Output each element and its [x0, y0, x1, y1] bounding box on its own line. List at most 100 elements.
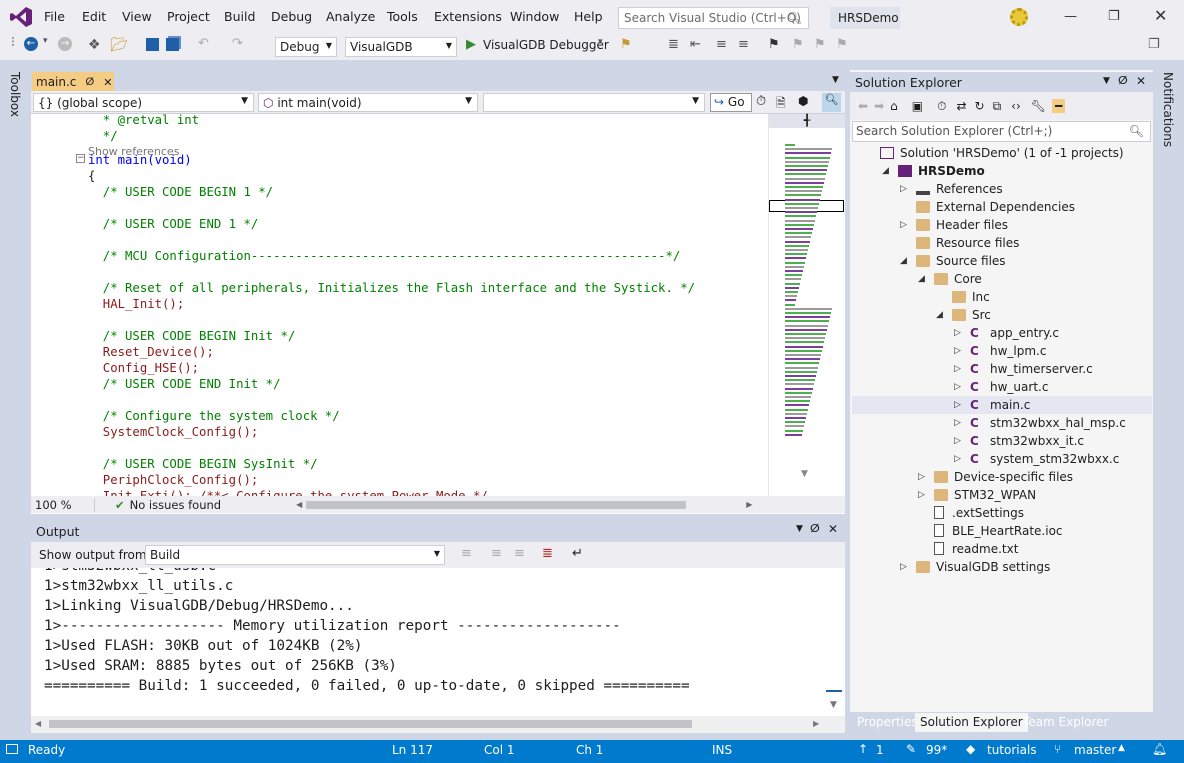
code-line[interactable]: /* Configure the system clock */ [88, 408, 340, 424]
expand-arrow-icon[interactable]: ▷ [954, 432, 964, 450]
se-pin-icon[interactable]: ⵁ [1118, 74, 1128, 87]
close-icon[interactable]: ✕ [1154, 6, 1167, 25]
live-share-icon[interactable]: ❐ [1148, 37, 1160, 55]
menu-file[interactable]: File [44, 9, 65, 24]
se-pending-changes-icon[interactable]: ⏱ [937, 99, 946, 114]
start-debug-button[interactable]: VisualGDB Debugger [483, 38, 609, 56]
commits-count[interactable]: 1 [876, 743, 884, 757]
visualgdb-settings-node[interactable]: ▷ VisualGDB settings [900, 558, 1050, 576]
output-scroll-down-icon[interactable]: ▼ [830, 700, 837, 710]
code-line[interactable]: /* USER CODE BEGIN Init */ [88, 328, 296, 344]
expand-arrow-icon[interactable]: ▷ [954, 324, 964, 342]
expand-arrow-icon[interactable]: ▷ [954, 378, 964, 396]
menu-extensions[interactable]: Extensions [434, 9, 502, 24]
bell-icon[interactable]: 🔔︎ [1152, 742, 1167, 756]
forward-icon[interactable]: → [58, 37, 72, 51]
output-line[interactable]: ========== Build: 1 succeeded, 0 failed,… [44, 676, 824, 696]
code-line[interactable]: PeriphClock_Config(); [88, 472, 258, 488]
pending-changes[interactable]: 99* [926, 743, 947, 757]
readme-node[interactable]: readme.txt [934, 540, 1018, 558]
redo-icon[interactable]: ↷ [232, 36, 243, 54]
menu-analyze[interactable]: Analyze [326, 9, 375, 24]
outdent-icon[interactable]: ⇤ [690, 37, 701, 55]
expand-arrow-icon[interactable]: ▷ [954, 396, 964, 414]
expand-arrow-icon[interactable]: ▷ [954, 342, 964, 360]
find-in-files-icon[interactable]: ⚑ [620, 37, 632, 55]
se-code-icon[interactable]: ‹› [1011, 99, 1021, 113]
function-select[interactable]: ⬡ int main(void) ▼ [258, 93, 478, 112]
solution-explorer-search[interactable]: Search Solution Explorer (Ctrl+;) 🔍︎ [852, 121, 1151, 142]
header-files-node[interactable]: ▷ Header files [900, 216, 1008, 234]
menu-debug[interactable]: Debug [271, 9, 312, 24]
code-line[interactable]: /* USER CODE BEGIN 1 */ [88, 184, 273, 200]
output-line[interactable]: 1>stm32wbxx_ll_utils.c [44, 576, 824, 596]
se-properties-icon[interactable]: 🔧︎ [1031, 99, 1046, 113]
output-close-icon[interactable]: ✕ [828, 522, 838, 536]
collapse-arrow-icon[interactable]: ◢ [936, 306, 946, 324]
branch-name[interactable]: master [1074, 743, 1116, 757]
member-select[interactable]: ▼ [483, 93, 705, 112]
output-scroll-thumb[interactable] [49, 720, 692, 728]
expand-arrow-icon[interactable]: ▷ [900, 216, 910, 234]
editor-search-icon[interactable]: 🔍︎ [822, 93, 841, 112]
comment-icon[interactable]: ≡ [716, 37, 727, 55]
se-switch-views-icon[interactable]: ▣ [912, 99, 923, 113]
tab-solution-explorer[interactable]: Solution Explorer [915, 713, 1028, 732]
solution-node[interactable]: Solution 'HRSDemo' (1 of -1 projects) [880, 144, 1124, 162]
se-collapse-all-icon[interactable]: ⧉ [993, 99, 1002, 114]
back-icon[interactable]: ← [24, 37, 38, 51]
references-node[interactable]: ▷ References [900, 180, 1003, 198]
menu-build[interactable]: Build [224, 9, 255, 24]
stm32-wpan-node[interactable]: ▷ STM32_WPAN [918, 486, 1036, 504]
expand-arrow-icon[interactable]: ▷ [900, 180, 910, 198]
collapse-arrow-icon[interactable]: ◢ [882, 162, 892, 180]
collapse-icon[interactable]: − [76, 154, 85, 163]
tab-overflow-icon[interactable]: ▼ [832, 75, 839, 85]
collapse-arrow-icon[interactable]: ◢ [918, 270, 928, 288]
code-line[interactable]: Config_HSE(); [88, 360, 199, 376]
resource-files-node[interactable]: Resource files [916, 234, 1019, 252]
scroll-left-icon[interactable]: ◀ [296, 500, 302, 509]
file-node[interactable]: ▷ Cstm32wbxx_it.c [954, 432, 1084, 450]
file-node[interactable]: ▷ Chw_lpm.c [954, 342, 1046, 360]
uncomment-icon[interactable]: ≡ [738, 37, 749, 55]
menu-view[interactable]: View [122, 9, 152, 24]
file-node[interactable]: ▷ Chw_timerserver.c [954, 360, 1093, 378]
code-line[interactable]: /* MCU Configuration--------------------… [88, 248, 680, 264]
output-pin-icon[interactable]: ⵁ [810, 522, 820, 535]
back-dropdown-icon[interactable]: ▾ [43, 36, 48, 54]
output-source-select[interactable]: Build ▼ [145, 545, 445, 565]
file-node[interactable]: ▷ Cmain.c [954, 396, 1030, 414]
src-folder-node[interactable]: ◢ Src [936, 306, 991, 324]
code-minimap[interactable]: ╉ ▼ [768, 114, 845, 496]
se-forward-icon[interactable]: ➡ [874, 99, 884, 113]
next-bookmark-icon[interactable]: ⚑ [814, 37, 826, 55]
output-text[interactable]: 1>stm32wbxx_ll_usb.c1>stm32wbxx_ll_utils… [44, 568, 824, 716]
code-line[interactable]: /* USER CODE END 1 */ [88, 216, 258, 232]
bookmark-icon[interactable]: ⚑ [768, 37, 780, 55]
source-files-node[interactable]: ◢ Source files [900, 252, 1006, 270]
new-project-icon[interactable]: ❖ [88, 37, 101, 55]
branch-menu-icon[interactable]: ▲ [1118, 743, 1125, 753]
tab-team-explorer[interactable]: Team Explorer [1018, 713, 1114, 732]
prev-message-icon[interactable]: ≡ [491, 546, 502, 561]
code-line[interactable]: int main(void) [88, 152, 192, 168]
code-line[interactable]: */ [88, 128, 118, 144]
minimap-scroll-down-icon[interactable]: ▼ [801, 469, 808, 479]
prev-bookmark-icon[interactable]: ⚑ [792, 37, 804, 55]
expand-arrow-icon[interactable]: ▷ [954, 414, 964, 432]
save-all-icon[interactable] [166, 38, 179, 51]
start-debug-icon[interactable]: ▶ [466, 37, 476, 55]
output-dropdown-icon[interactable]: ▼ [796, 524, 803, 534]
se-preview-icon[interactable]: ━ [1052, 99, 1066, 113]
code-line[interactable]: { [88, 168, 95, 184]
se-refresh-icon[interactable]: ↻ [975, 99, 985, 113]
file-node[interactable]: ▷ Capp_entry.c [954, 324, 1059, 342]
issues-status[interactable]: No issues found [130, 498, 221, 512]
open-file-icon[interactable]: 📂︎ [110, 37, 128, 55]
expand-arrow-icon[interactable]: ▷ [918, 486, 928, 504]
ext-settings-node[interactable]: .extSettings [934, 504, 1024, 522]
se-back-icon[interactable]: ⬅ [858, 99, 868, 113]
menu-project[interactable]: Project [167, 9, 210, 24]
go-button[interactable]: ↪ Go [710, 93, 752, 112]
